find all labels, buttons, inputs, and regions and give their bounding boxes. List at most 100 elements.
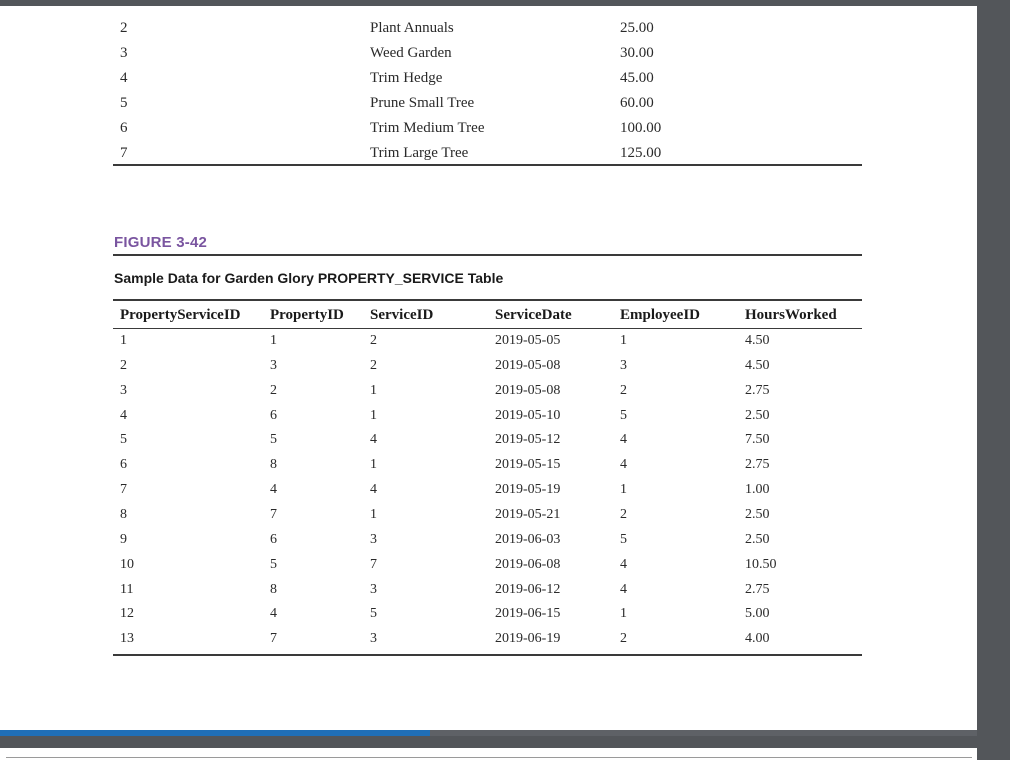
table-cell: 8 [270, 457, 277, 472]
table-cell: 5.00 [745, 606, 770, 621]
table-cell: 2019-06-03 [495, 532, 561, 547]
table-cell: 4 [270, 482, 277, 497]
service-id-cell: 4 [120, 70, 128, 86]
table-cell: 10.50 [745, 557, 777, 572]
table-cell: 2019-05-15 [495, 457, 561, 472]
table-cell: 4.50 [745, 358, 770, 373]
table-cell: 1 [120, 333, 127, 348]
table-cell: 2019-05-19 [495, 482, 561, 497]
table-bottom-rule [113, 654, 862, 656]
service-row: 6 Trim Medium Tree 100.00 [0, 120, 977, 140]
table-cell: 2 [370, 333, 377, 348]
column-header: PropertyServiceID [120, 307, 241, 323]
table-row: 7 4 4 2019-05-19 1 1.00 [0, 482, 977, 502]
table-cell: 4 [620, 457, 627, 472]
page-scroll-progress-fill [0, 730, 430, 736]
service-row: 4 Trim Hedge 45.00 [0, 70, 977, 90]
column-header: PropertyID [270, 307, 344, 323]
table-bottom-rule [113, 164, 862, 166]
viewer-right-gutter[interactable] [977, 0, 1010, 760]
table-cell: 1 [370, 383, 377, 398]
page-scroll-progress[interactable] [0, 730, 977, 736]
service-row: 2 Plant Annuals 25.00 [0, 20, 977, 40]
table-row: 6 8 1 2019-05-15 4 2.75 [0, 457, 977, 477]
table-cell: 6 [120, 457, 127, 472]
table-cell: 7 [120, 482, 127, 497]
table-cell: 4.50 [745, 333, 770, 348]
table-cell: 4 [620, 582, 627, 597]
table-cell: 1.00 [745, 482, 770, 497]
service-cost-cell: 30.00 [620, 45, 654, 61]
service-cost-cell: 100.00 [620, 120, 662, 136]
table-row: 3 2 1 2019-05-08 2 2.75 [0, 383, 977, 403]
service-description-cell: Trim Large Tree [370, 145, 469, 161]
table-cell: 2 [270, 383, 277, 398]
service-id-cell: 5 [120, 95, 128, 111]
table-cell: 3 [370, 631, 377, 646]
table-cell: 4.00 [745, 631, 770, 646]
table-row: 8 7 1 2019-05-21 2 2.50 [0, 507, 977, 527]
table-cell: 3 [370, 532, 377, 547]
table-row: 4 6 1 2019-05-10 5 2.50 [0, 408, 977, 428]
table-cell: 12 [120, 606, 134, 621]
table-cell: 4 [620, 432, 627, 447]
table-cell: 4 [620, 557, 627, 572]
table-cell: 6 [270, 532, 277, 547]
table-cell: 13 [120, 631, 134, 646]
table-cell: 4 [370, 482, 377, 497]
table-top-rule [113, 299, 862, 301]
table-cell: 7 [270, 507, 277, 522]
next-page-edge [6, 757, 972, 758]
table-cell: 3 [370, 582, 377, 597]
table-row: 5 5 4 2019-05-12 4 7.50 [0, 432, 977, 452]
table-cell: 2.50 [745, 408, 770, 423]
service-id-cell: 6 [120, 120, 128, 136]
table-cell: 7.50 [745, 432, 770, 447]
table-cell: 8 [120, 507, 127, 522]
table-cell: 2.50 [745, 532, 770, 547]
table-cell: 2019-05-08 [495, 383, 561, 398]
table-cell: 11 [120, 582, 134, 597]
table-cell: 2019-05-10 [495, 408, 561, 423]
table-cell: 2019-05-12 [495, 432, 561, 447]
table-cell: 1 [620, 333, 627, 348]
table-cell: 2.75 [745, 582, 770, 597]
column-header: ServiceID [370, 307, 434, 323]
service-row: 5 Prune Small Tree 60.00 [0, 95, 977, 115]
table-header-rule [113, 328, 862, 329]
table-cell: 5 [270, 432, 277, 447]
table-cell: 2.75 [745, 383, 770, 398]
table-cell: 2.75 [745, 457, 770, 472]
service-description-cell: Prune Small Tree [370, 95, 475, 111]
table-cell: 10 [120, 557, 134, 572]
service-row: 3 Weed Garden 30.00 [0, 45, 977, 65]
table-cell: 1 [270, 333, 277, 348]
table-cell: 1 [620, 482, 627, 497]
service-description-cell: Plant Annuals [370, 20, 454, 36]
service-cost-cell: 125.00 [620, 145, 662, 161]
service-cost-cell: 25.00 [620, 20, 654, 36]
table-cell: 2.50 [745, 507, 770, 522]
table-cell: 3 [120, 383, 127, 398]
table-cell: 9 [120, 532, 127, 547]
figure-title: Sample Data for Garden Glory PROPERTY_SE… [114, 270, 504, 286]
table-cell: 2019-06-15 [495, 606, 561, 621]
table-cell: 5 [120, 432, 127, 447]
table-cell: 4 [120, 408, 127, 423]
table-row: 13 7 3 2019-06-19 2 4.00 [0, 631, 977, 651]
table-cell: 7 [270, 631, 277, 646]
service-description-cell: Trim Hedge [370, 70, 443, 86]
table-cell: 3 [270, 358, 277, 373]
table-cell: 2019-05-08 [495, 358, 561, 373]
table-cell: 1 [620, 606, 627, 621]
table-cell: 2 [620, 631, 627, 646]
table-row: 11 8 3 2019-06-12 4 2.75 [0, 582, 977, 602]
column-header: EmployeeID [620, 307, 700, 323]
table-cell: 2019-05-05 [495, 333, 561, 348]
table-row: 2 3 2 2019-05-08 3 4.50 [0, 358, 977, 378]
next-page [0, 748, 977, 760]
table-cell: 7 [370, 557, 377, 572]
service-cost-cell: 60.00 [620, 95, 654, 111]
service-id-cell: 7 [120, 145, 128, 161]
table-row: 1 1 2 2019-05-05 1 4.50 [0, 333, 977, 353]
